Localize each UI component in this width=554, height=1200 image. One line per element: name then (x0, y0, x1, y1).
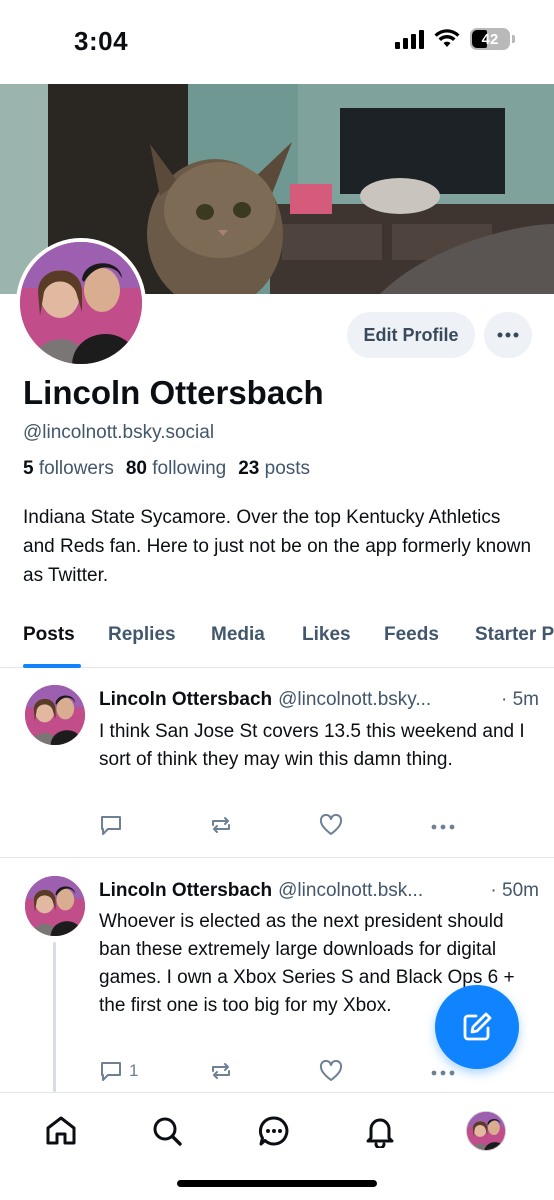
following-count: 80 (125, 458, 147, 479)
home-indicator[interactable] (177, 1180, 377, 1187)
profile-name: Lincoln Ottersbach (23, 374, 324, 411)
repost-button[interactable] (209, 814, 239, 836)
reply-button[interactable] (99, 814, 129, 836)
chat-icon (258, 1116, 289, 1146)
repost-button[interactable] (209, 1060, 239, 1082)
status-icons: 42 (395, 28, 515, 50)
avatar-photo (20, 242, 142, 364)
post-author-handle[interactable]: @lincolnott.bsky... (278, 689, 431, 711)
posts-count: 23 (238, 458, 260, 479)
followers-label: followers (38, 458, 114, 479)
ellipsis-icon (431, 824, 455, 830)
post-timestamp: · 50m (490, 880, 539, 901)
repost-icon (212, 817, 230, 833)
nav-profile-avatar[interactable] (466, 1111, 506, 1151)
ellipsis-icon (497, 332, 519, 338)
nav-chat[interactable] (254, 1111, 294, 1151)
nav-search[interactable] (147, 1111, 187, 1151)
profile-tabs: Posts Replies Media Likes Feeds Starter … (0, 612, 554, 668)
post-actions: 1 (99, 1060, 469, 1086)
posts-label: posts (264, 458, 311, 479)
active-tab-indicator (23, 664, 81, 668)
tab-posts[interactable]: Posts (23, 624, 75, 646)
post-actions (99, 814, 469, 840)
post-author-name[interactable]: Lincoln Ottersbach (99, 689, 272, 711)
like-button[interactable] (319, 814, 349, 836)
post-more-button[interactable] (431, 1070, 455, 1076)
battery-icon: 42 (470, 28, 515, 50)
post-more-button[interactable] (431, 824, 455, 830)
post-author-handle[interactable]: @lincolnott.bsk... (278, 880, 423, 902)
search-icon (153, 1117, 182, 1146)
post-avatar[interactable] (25, 876, 85, 936)
nav-notifications[interactable] (360, 1111, 400, 1151)
followers-stat[interactable]: 5 followers (23, 458, 114, 480)
feed-post[interactable]: Lincoln Ottersbach @lincolnott.bsky... ·… (0, 669, 554, 857)
tab-replies[interactable]: Replies (108, 624, 176, 646)
tab-starter-packs[interactable]: Starter P (475, 624, 554, 646)
ellipsis-icon (431, 1070, 455, 1076)
profile-bio: Indiana State Sycamore. Over the top Ken… (23, 507, 532, 586)
tab-likes[interactable]: Likes (302, 624, 351, 646)
repost-icon (212, 1063, 230, 1079)
avatar-photo (25, 685, 85, 745)
tab-media[interactable]: Media (211, 624, 265, 646)
post-author-name[interactable]: Lincoln Ottersbach (99, 880, 272, 902)
following-stat[interactable]: 80 following (126, 458, 226, 480)
profile-more-button[interactable] (484, 312, 532, 358)
followers-count: 5 (23, 458, 34, 479)
post-header: Lincoln Ottersbach @lincolnott.bsk... · … (99, 880, 539, 902)
following-label: following (152, 458, 227, 479)
reply-count: 1 (129, 1061, 139, 1080)
reply-button[interactable]: 1 (99, 1060, 138, 1082)
avatar-photo (25, 876, 85, 936)
home-icon (46, 1116, 76, 1145)
heart-icon (319, 1060, 343, 1081)
thread-line (53, 942, 56, 1092)
posts-stat: 23 posts (238, 458, 310, 480)
post-header: Lincoln Ottersbach @lincolnott.bsky... ·… (99, 689, 539, 711)
tab-feeds[interactable]: Feeds (384, 624, 439, 646)
avatar-photo (467, 1112, 505, 1150)
bell-icon (366, 1118, 394, 1148)
battery-percent: 42 (481, 30, 499, 48)
compose-button[interactable] (435, 985, 519, 1069)
status-bar: 3:04 42 (0, 0, 554, 84)
profile-stats: 5 followers 80 following 23 posts (23, 458, 310, 480)
like-button[interactable] (319, 1060, 349, 1082)
heart-icon (319, 814, 343, 835)
edit-profile-button[interactable]: Edit Profile (347, 312, 475, 358)
wifi-icon (434, 29, 460, 47)
post-timestamp: · 5m (501, 689, 539, 710)
status-time: 3:04 (74, 26, 129, 56)
post-avatar[interactable] (25, 685, 85, 745)
post-text: I think San Jose St covers 13.5 this wee… (99, 721, 525, 770)
cellular-signal-icon (395, 29, 424, 49)
profile-avatar[interactable] (16, 238, 146, 368)
profile-handle: @lincolnott.bsky.social (23, 422, 215, 443)
reply-icon (101, 816, 121, 835)
nav-home[interactable] (41, 1111, 81, 1151)
compose-pencil-icon (463, 1012, 492, 1041)
reply-icon (101, 1062, 121, 1081)
